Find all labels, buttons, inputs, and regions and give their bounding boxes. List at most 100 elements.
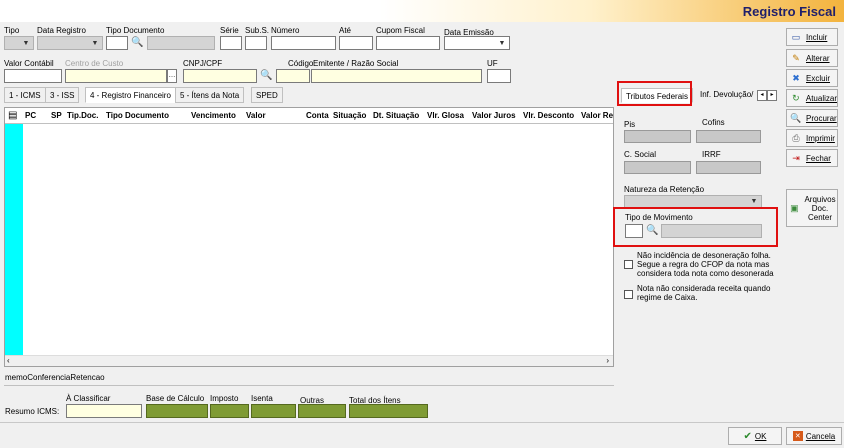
tipo-documento-code-input[interactable]: [106, 36, 128, 50]
centro-custo-input[interactable]: [65, 69, 167, 83]
tab-scroll-left-icon[interactable]: ◂: [757, 90, 767, 101]
tab-inf-devolucao[interactable]: Inf. Devolução/: [700, 90, 753, 99]
col-valor[interactable]: Valor: [246, 111, 266, 120]
cofins-field: [696, 130, 761, 143]
codigo-label: Código: [288, 59, 314, 68]
cnpj-cpf-label: CNPJ/CPF: [183, 59, 223, 68]
receita-caixa-label: Nota não considerada receita quando regim…: [637, 284, 771, 302]
table-icon: ▤: [8, 110, 18, 121]
binoculars-icon[interactable]: 🔍: [260, 70, 272, 81]
tab-scroll-right-icon[interactable]: ▸: [767, 90, 777, 101]
col-vlr-desconto[interactable]: Vlr. Desconto: [523, 111, 574, 120]
refresh-icon: ↻: [792, 92, 800, 103]
isenta-field: [251, 404, 296, 418]
codigo-input[interactable]: [276, 69, 310, 83]
ok-button[interactable]: ✔ OK: [728, 427, 782, 445]
centro-custo-label: Centro de Custo: [65, 59, 124, 68]
col-dt-situacao[interactable]: Dt. Situação: [373, 111, 419, 120]
serie-input[interactable]: [220, 36, 242, 50]
col-situacao[interactable]: Situação: [333, 111, 366, 120]
sub-s-label: Sub.S.: [245, 26, 270, 35]
highlight-box-tributos: [617, 81, 692, 106]
binoculars-icon[interactable]: 🔍: [131, 37, 143, 48]
chevron-down-icon: ▼: [498, 39, 506, 47]
cancela-button[interactable]: ✕ Cancela: [786, 427, 842, 445]
pis-field: [624, 130, 691, 143]
col-vencimento[interactable]: Vencimento: [191, 111, 236, 120]
tab-registro-financeiro[interactable]: 4 - Registro Financeiro: [85, 87, 176, 103]
tab-itens-nota[interactable]: 5 - Ítens da Nota: [175, 87, 245, 103]
receita-caixa-checkbox[interactable]: [624, 290, 633, 299]
col-valor-juros[interactable]: Valor Juros: [472, 111, 516, 120]
valor-contabil-input[interactable]: [4, 69, 62, 83]
outras-field: [298, 404, 346, 418]
tipo-label: Tipo: [4, 26, 20, 35]
tab-icms[interactable]: 1 - ICMS: [4, 87, 46, 103]
cupom-fiscal-input[interactable]: [376, 36, 440, 50]
procurar-button[interactable]: 🔍 Procurar: [786, 109, 838, 127]
col-vlr-glosa[interactable]: Vlr. Glosa: [427, 111, 464, 120]
fechar-button[interactable]: ⇥ Fechar: [786, 149, 838, 167]
valor-contabil-label: Valor Contábil: [4, 59, 54, 68]
pencil-icon: ✎: [792, 52, 800, 63]
tipo-documento-desc-field: [147, 36, 215, 50]
col-valor-re[interactable]: Valor Re: [581, 111, 613, 120]
tipo-select[interactable]: ▼: [4, 36, 34, 50]
binoculars-icon[interactable]: 🔍: [646, 225, 658, 236]
chevron-down-icon: ▼: [750, 198, 758, 205]
tipo-documento-label: Tipo Documento: [106, 26, 165, 35]
serie-label: Série: [220, 26, 239, 35]
col-conta[interactable]: Conta: [306, 111, 329, 120]
col-tipo-documento[interactable]: Tipo Documento: [106, 111, 169, 120]
divider: [4, 385, 614, 386]
tipo-movimento-code-input[interactable]: [625, 224, 643, 238]
imposto-label: Imposto: [210, 394, 239, 403]
tab-sped[interactable]: SPED: [251, 87, 283, 103]
data-emissao-select[interactable]: ▼: [444, 36, 510, 50]
imprimir-button[interactable]: ⎙ Imprimir: [786, 129, 838, 147]
alterar-button[interactable]: ✎ Alterar: [786, 49, 838, 67]
ate-input[interactable]: [339, 36, 373, 50]
arquivos-doc-center-button[interactable]: ▣ Arquivos Doc. Center: [786, 189, 838, 227]
desoneracao-checkbox[interactable]: [624, 260, 633, 269]
irrf-field: [696, 161, 761, 174]
col-tip-doc[interactable]: Tip.Doc.: [67, 111, 98, 120]
window-title: Registro Fiscal: [742, 4, 836, 19]
check-icon: ✔: [743, 430, 752, 442]
c-social-label: C. Social: [624, 150, 657, 159]
ellipsis-button[interactable]: …: [167, 69, 177, 83]
ate-label: Até: [339, 26, 352, 35]
incluir-button[interactable]: ▭ Incluir: [786, 28, 838, 46]
tab-iss[interactable]: 3 - ISS: [45, 87, 80, 103]
numero-input[interactable]: [271, 36, 336, 50]
title-bar: Registro Fiscal: [0, 0, 844, 22]
sub-serie-input[interactable]: [245, 36, 267, 50]
cupom-fiscal-label: Cupom Fiscal: [376, 26, 425, 35]
printer-icon: ⎙: [792, 132, 800, 143]
data-registro-select[interactable]: ▼: [37, 36, 103, 50]
tipo-movimento-desc-field: [661, 224, 762, 238]
col-pc[interactable]: PC: [25, 111, 36, 120]
scroll-left-icon[interactable]: ‹: [7, 356, 10, 365]
financeiro-grid[interactable]: ▤ PC SP Tip.Doc. Tipo Documento Vencimen…: [4, 107, 614, 367]
atualizar-button[interactable]: ↻ Atualizar: [786, 89, 838, 107]
horizontal-scrollbar[interactable]: ‹ ›: [5, 355, 613, 366]
grid-header: ▤ PC SP Tip.Doc. Tipo Documento Vencimen…: [5, 108, 613, 124]
scroll-right-icon[interactable]: ›: [606, 356, 609, 365]
uf-input[interactable]: [487, 69, 511, 83]
folder-icon: ▣: [790, 202, 799, 213]
pis-label: Pis: [624, 120, 636, 129]
base-calculo-field: [146, 404, 208, 418]
cnpj-cpf-input[interactable]: [183, 69, 257, 83]
delete-icon: ✖: [792, 72, 800, 83]
footer-divider: [0, 422, 844, 423]
excluir-button[interactable]: ✖ Excluir: [786, 69, 838, 87]
col-sp[interactable]: SP: [51, 111, 62, 120]
emitente-field[interactable]: [311, 69, 482, 83]
chevron-down-icon: ▼: [22, 39, 30, 47]
base-calculo-label: Base de Cálculo: [146, 394, 205, 403]
desoneracao-label: Não incidência de desoneração folha. Segu…: [637, 251, 774, 278]
numero-label: Número: [271, 26, 300, 35]
a-classificar-field: [66, 404, 142, 418]
a-classificar-label: À Classificar: [66, 394, 111, 403]
